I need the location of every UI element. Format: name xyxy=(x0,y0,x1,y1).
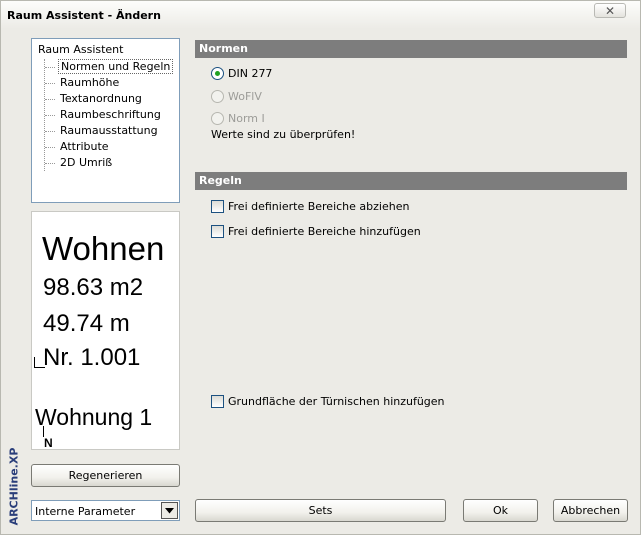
tree-item-label: Attribute xyxy=(60,140,109,153)
ok-button[interactable]: Ok xyxy=(463,499,538,522)
radio-din-277[interactable]: DIN 277 xyxy=(211,65,272,81)
tree-item-label: Raumhöhe xyxy=(60,76,120,89)
tree-item-2d-umriss[interactable]: 2D Umriß xyxy=(45,155,173,171)
brand-text: ARCHline.XP xyxy=(7,447,21,526)
check-subtract-areas[interactable]: Frei definierte Bereiche abziehen xyxy=(211,198,409,214)
preview-room-number: Nr. 1.001 xyxy=(43,344,141,371)
tree-item-label: Textanordnung xyxy=(60,92,142,105)
normen-header: Normen xyxy=(195,40,627,58)
tree-item-attribute[interactable]: Attribute xyxy=(45,139,173,155)
tree-item-raumausstattung[interactable]: Raumausstattung xyxy=(45,123,173,139)
verification-note: Werte sind zu überprüfen! xyxy=(211,128,356,141)
tree-item-raumhoehe[interactable]: Raumhöhe xyxy=(45,75,173,91)
preview-room-perimeter: 49.74 m xyxy=(43,310,130,337)
radio-woflv[interactable]: WoFlV xyxy=(211,88,262,104)
radio-button-disabled[interactable] xyxy=(211,89,224,103)
tree-root[interactable]: Raum Assistent xyxy=(38,43,123,56)
room-assistant-dialog: Raum Assistent - Ändern ✕ Raum Assistent… xyxy=(0,0,641,535)
parameter-combobox-value: Interne Parameter xyxy=(35,505,136,518)
sets-button-label: Sets xyxy=(308,504,333,517)
close-icon: ✕ xyxy=(604,3,616,18)
tree-item-normen-und-regeln[interactable]: Normen und Regeln xyxy=(45,59,174,75)
checkbox[interactable] xyxy=(211,394,224,408)
tree-item-label: Normen und Regeln xyxy=(58,59,174,74)
room-label-preview: Wohnen 98.63 m2 49.74 m Nr. 1.001 Wohnun… xyxy=(31,211,180,450)
check-add-areas[interactable]: Frei definierte Bereiche hinzufügen xyxy=(211,223,421,239)
radio-button-disabled[interactable] xyxy=(211,111,224,125)
navigation-tree: Raum Assistent Normen und Regeln Raumhöh… xyxy=(31,38,180,203)
brand-logo: ARCHline.XP xyxy=(4,447,24,530)
cancel-button[interactable]: Abbrechen xyxy=(553,499,628,522)
radio-label: DIN 277 xyxy=(228,66,273,80)
checkbox-label: Frei definierte Bereiche hinzufügen xyxy=(228,224,421,238)
chevron-down-icon[interactable] xyxy=(161,502,178,519)
tree-item-label: Raumbeschriftung xyxy=(60,108,161,121)
checkbox-label: Grundfläche der Türnischen hinzufügen xyxy=(228,394,445,408)
window-title: Raum Assistent - Ändern xyxy=(7,9,161,22)
tree-children: Normen und Regeln Raumhöhe Textanordnung… xyxy=(44,59,174,171)
radio-label: Norm I xyxy=(228,111,265,125)
close-button[interactable]: ✕ xyxy=(594,3,626,18)
check-door-niches[interactable]: Grundfläche der Türnischen hinzufügen xyxy=(211,393,445,409)
regenerate-button[interactable]: Regenerieren xyxy=(31,464,180,487)
tree-item-textanordnung[interactable]: Textanordnung xyxy=(45,91,173,107)
preview-room-area: 98.63 m2 xyxy=(43,274,144,301)
preview-insertion-mark xyxy=(34,367,45,368)
tree-item-raumbeschriftung[interactable]: Raumbeschriftung xyxy=(45,107,173,123)
radio-label: WoFlV xyxy=(228,89,262,103)
preview-room-name: Wohnen xyxy=(42,230,165,267)
regeln-header: Regeln xyxy=(195,172,627,190)
radio-norm-i[interactable]: Norm I xyxy=(211,110,265,126)
parameter-combobox[interactable]: Interne Parameter xyxy=(31,500,180,521)
ok-button-label: Ok xyxy=(492,504,509,517)
sets-button[interactable]: Sets xyxy=(195,499,446,522)
title-bar: Raum Assistent - Ändern ✕ xyxy=(1,1,640,29)
tree-item-label: Raumausstattung xyxy=(60,124,158,137)
radio-button-checked[interactable] xyxy=(211,66,224,80)
preview-unit-name: Wohnung 1 xyxy=(35,404,153,430)
regenerate-button-label: Regenerieren xyxy=(68,469,143,482)
checkbox[interactable] xyxy=(211,199,224,213)
cancel-button-label: Abbrechen xyxy=(560,504,621,517)
preview-north-label: N xyxy=(44,436,53,450)
checkbox-label: Frei definierte Bereiche abziehen xyxy=(228,199,410,213)
tree-item-label: 2D Umriß xyxy=(60,156,113,169)
checkbox[interactable] xyxy=(211,224,224,238)
